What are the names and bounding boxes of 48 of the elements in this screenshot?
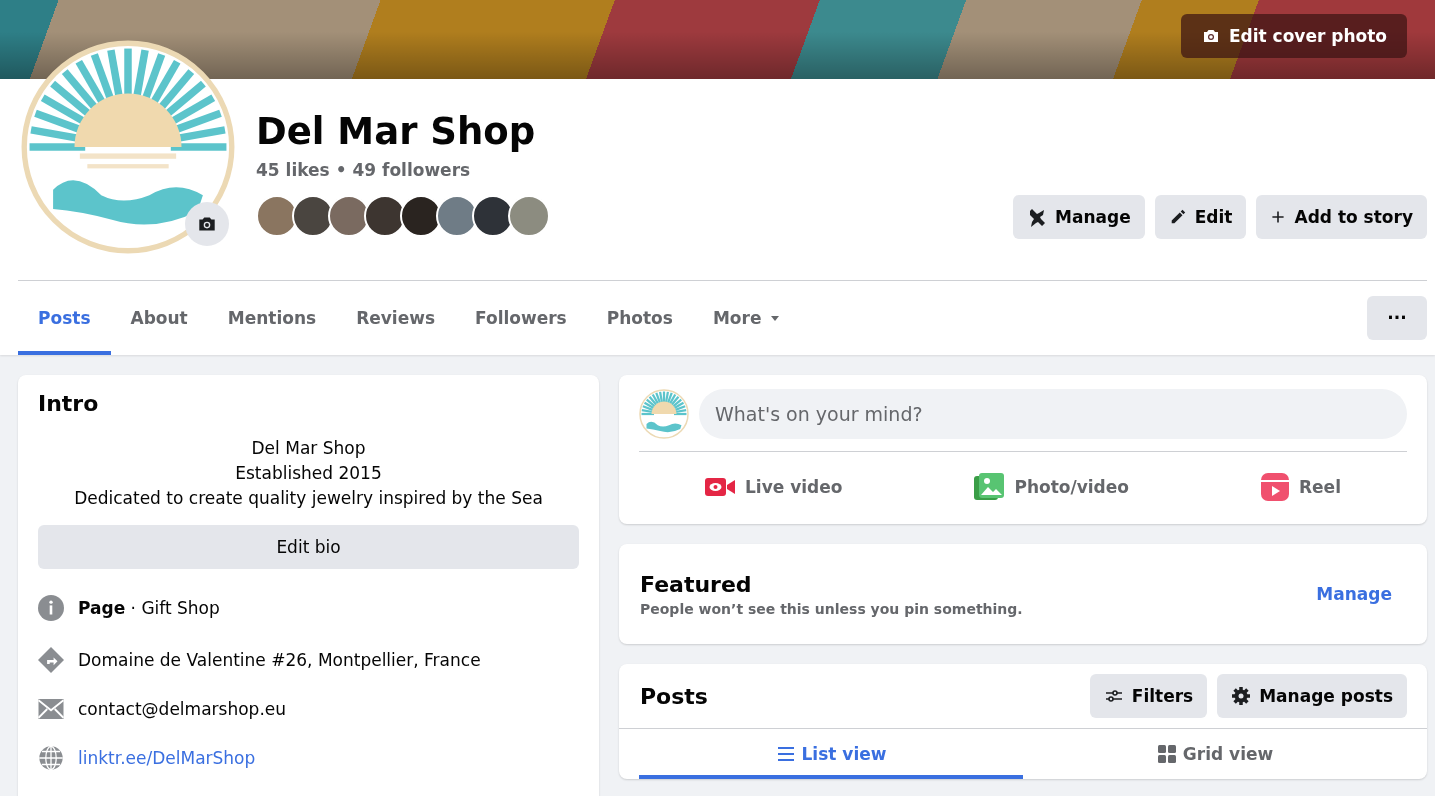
more-options-button[interactable]: ··· <box>1367 296 1427 340</box>
page-tab[interactable]: About <box>110 281 208 355</box>
posts-action-button[interactable]: Filters <box>1089 674 1208 718</box>
status-input-field[interactable]: What's on your mind? <box>699 389 1407 439</box>
header-action-button[interactable]: Add to story <box>1256 195 1427 239</box>
website-link[interactable]: linktr.ee/DelMarShop <box>78 748 256 768</box>
detail-text: contact@delmarshop.eu <box>78 699 287 719</box>
detail-text: Page · Gift Shop <box>78 598 220 618</box>
list-icon <box>775 744 796 764</box>
page-tab[interactable]: More <box>692 281 802 355</box>
page-stats: 45 likes • 49 followers <box>256 160 472 180</box>
gear-icon <box>1231 686 1252 706</box>
camera-button[interactable] <box>185 202 229 246</box>
edit-cover-photo-button[interactable]: Edit cover photo <box>1180 14 1407 58</box>
intro-title: Intro <box>38 391 100 416</box>
bio-line: Dedicated to create quality jewelry inspired by the Sea <box>73 487 544 510</box>
detail-text: Domaine de Valentine #26, Montpellier, France <box>78 650 481 670</box>
page-tab[interactable]: Mentions <box>207 281 337 355</box>
page-tab[interactable]: Photos <box>586 281 693 355</box>
page-name: Del Mar Shop <box>256 109 537 155</box>
featured-manage-link[interactable]: Manage <box>1316 584 1392 604</box>
plus-icon <box>1270 209 1287 225</box>
directions-icon <box>38 647 64 673</box>
header-action-button[interactable]: Manage <box>1013 195 1145 239</box>
grid-icon <box>1156 744 1177 764</box>
view-tab[interactable]: Grid view <box>1023 729 1407 779</box>
page-tab[interactable]: Followers <box>455 281 587 355</box>
reel-icon <box>1261 473 1289 501</box>
photo-icon <box>974 473 1005 501</box>
composer-action-button[interactable]: Reel <box>1247 460 1355 514</box>
header-action-button[interactable]: Edit <box>1154 195 1247 239</box>
bio-line: Established 2015 <box>234 462 383 485</box>
composer-action-button[interactable]: Live video <box>691 460 857 514</box>
video-camera-icon <box>705 475 735 499</box>
page-tab[interactable]: Reviews <box>336 281 456 355</box>
page-tab[interactable]: Posts <box>18 281 111 355</box>
posts-title: Posts <box>640 683 708 709</box>
info-icon <box>38 595 64 621</box>
envelope-icon <box>38 699 64 719</box>
view-tab[interactable]: List view <box>639 729 1023 779</box>
featured-title: Featured <box>640 571 753 597</box>
edit-bio-button[interactable]: Edit bio <box>38 525 579 569</box>
composer-action-button[interactable]: Photo/video <box>960 460 1143 514</box>
globe-icon <box>38 745 64 771</box>
logo-picture <box>639 389 689 439</box>
bio-line: Del Mar Shop <box>250 437 367 460</box>
posts-action-button[interactable]: Manage posts <box>1217 674 1407 718</box>
featured-note: People won’t see this unless you pin something. <box>640 600 1023 617</box>
